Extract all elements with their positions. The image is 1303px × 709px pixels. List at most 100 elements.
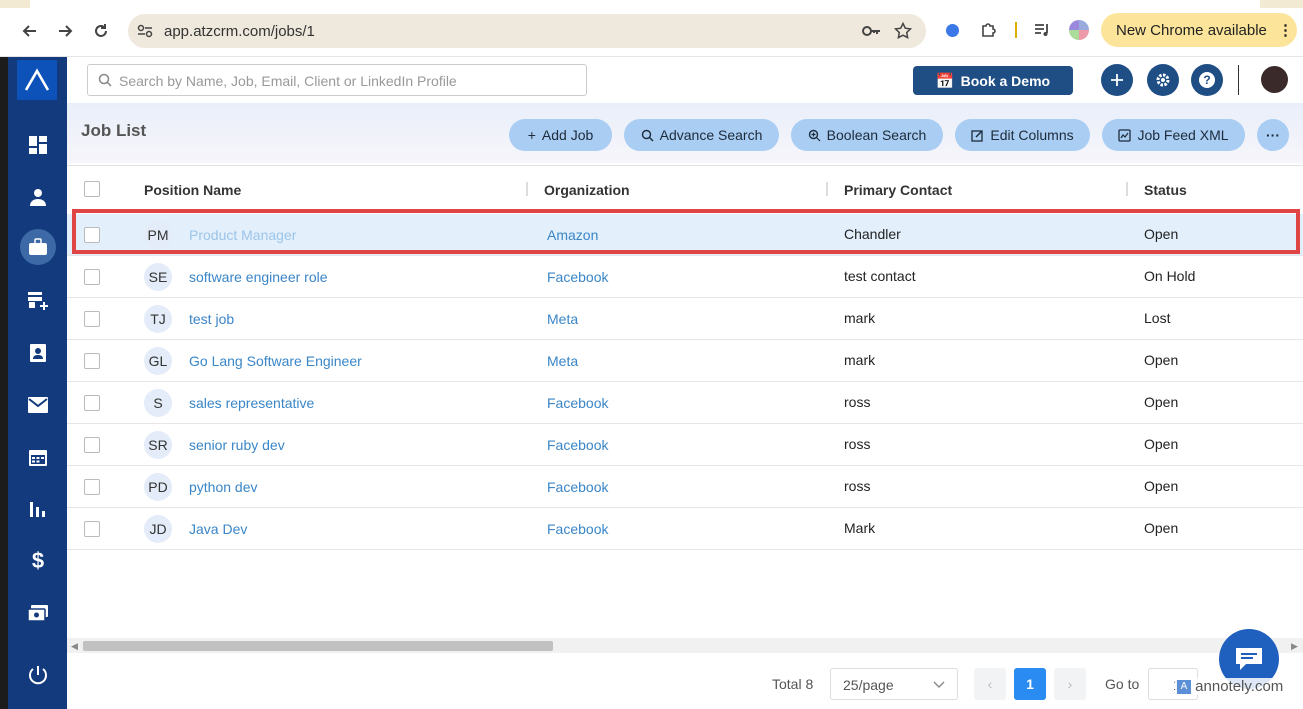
email-icon[interactable]	[20, 387, 56, 423]
atz-logo-icon[interactable]	[17, 60, 57, 100]
column-resize-handle[interactable]	[526, 182, 528, 196]
back-icon[interactable]	[19, 20, 41, 42]
quick-add-button[interactable]	[1101, 64, 1133, 96]
row-checkbox[interactable]	[84, 311, 100, 327]
position-name-link[interactable]: sales representative	[189, 395, 314, 411]
scrollbar-thumb[interactable]	[83, 641, 553, 651]
sidebar: $	[8, 57, 67, 709]
add-job-label: Add Job	[541, 127, 594, 143]
primary-contact: ross	[844, 394, 871, 410]
row-checkbox[interactable]	[84, 269, 100, 285]
table-row[interactable]: SR senior ruby dev Facebook ross Open	[67, 424, 1303, 466]
row-checkbox[interactable]	[84, 521, 100, 537]
dashboard-icon[interactable]	[20, 127, 56, 163]
organization-link[interactable]: Facebook	[547, 521, 608, 537]
organization-link[interactable]: Facebook	[547, 395, 608, 411]
scroll-right-icon[interactable]: ▶	[1291, 641, 1298, 652]
jobs-briefcase-icon[interactable]	[20, 229, 56, 265]
boolean-search-button[interactable]: Boolean Search	[791, 119, 943, 151]
table-row[interactable]: Ssales representative Facebook ross Open	[67, 382, 1303, 424]
row-checkbox[interactable]	[84, 437, 100, 453]
site-settings-icon[interactable]	[137, 24, 153, 43]
prev-page-button[interactable]: ‹	[974, 668, 1006, 700]
active-tab[interactable]	[30, 0, 1260, 8]
position-name-link[interactable]: Java Dev	[189, 521, 247, 537]
table-row[interactable]: SE software engineer role Facebook test con…	[67, 256, 1303, 298]
row-checkbox[interactable]	[84, 227, 100, 243]
column-header-position[interactable]: Position Name	[144, 182, 241, 198]
next-page-button[interactable]: ›	[1054, 668, 1086, 700]
book-demo-button[interactable]: 📅 Book a Demo	[913, 66, 1073, 95]
status-text: On Hold	[1144, 268, 1196, 284]
column-resize-handle[interactable]	[826, 182, 828, 196]
table-row[interactable]: PD python dev Facebook ross Open	[67, 466, 1303, 508]
extension-dot-icon[interactable]	[946, 24, 959, 37]
page-size-select[interactable]: 25/page	[830, 668, 958, 700]
candidates-icon[interactable]	[20, 179, 56, 215]
profile-icon[interactable]	[1069, 20, 1089, 40]
browser-toolbar: app.atzcrm.com/jobs/1 New Chrome availab…	[0, 0, 1303, 57]
select-all-checkbox[interactable]	[84, 181, 100, 197]
horizontal-scrollbar[interactable]: ◀ ▶	[67, 638, 1303, 653]
chevron-down-icon	[933, 681, 945, 688]
global-search-input[interactable]: Search by Name, Job, Email, Client or Li…	[87, 64, 587, 96]
advance-search-button[interactable]: Advance Search	[624, 119, 779, 151]
row-checkbox[interactable]	[84, 479, 100, 495]
help-icon[interactable]: ?	[1191, 64, 1223, 96]
power-icon[interactable]	[20, 657, 56, 693]
organization-link[interactable]: Facebook	[547, 479, 608, 495]
key-icon[interactable]	[861, 23, 881, 44]
more-options-icon[interactable]: ···	[1257, 119, 1289, 151]
add-company-icon[interactable]	[20, 283, 56, 319]
position-name-link[interactable]: senior ruby dev	[189, 437, 285, 453]
forward-icon[interactable]	[54, 20, 76, 42]
search-icon	[641, 129, 654, 141]
status-text: Open	[1144, 226, 1179, 242]
position-name-link[interactable]: software engineer role	[189, 269, 328, 285]
kebab-menu-icon[interactable]: ⋮	[1278, 21, 1293, 39]
contacts-icon[interactable]	[20, 335, 56, 371]
new-chrome-button[interactable]: New Chrome available ⋮	[1101, 13, 1297, 47]
column-resize-handle[interactable]	[1126, 182, 1128, 196]
dollar-icon[interactable]: $	[20, 543, 56, 579]
billing-icon[interactable]	[20, 595, 56, 631]
position-name-link[interactable]: Product Manager	[189, 227, 296, 243]
desktop-edge	[0, 57, 8, 709]
chat-bubble-icon	[1236, 648, 1262, 670]
edit-columns-button[interactable]: Edit Columns	[955, 119, 1090, 151]
table-row[interactable]: PM Product Manager Amazon Chandler Open	[67, 214, 1303, 256]
edit-icon	[971, 129, 984, 142]
scroll-left-icon[interactable]: ◀	[71, 641, 78, 652]
status-text: Open	[1144, 394, 1179, 410]
column-header-organization[interactable]: Organization	[544, 182, 630, 198]
position-name-link[interactable]: test job	[189, 311, 234, 327]
settings-gear-icon[interactable]	[1147, 64, 1179, 96]
reports-icon[interactable]	[20, 491, 56, 527]
table-row[interactable]: JD Java Dev Facebook Mark Open	[67, 508, 1303, 550]
toolbar-divider	[1015, 22, 1017, 38]
table-row[interactable]: GL Go Lang Software Engineer Meta mark Open	[67, 340, 1303, 382]
address-bar[interactable]: app.atzcrm.com/jobs/1	[128, 14, 926, 48]
media-control-icon[interactable]	[1033, 21, 1051, 44]
page-number-button[interactable]: 1	[1014, 668, 1046, 700]
column-header-primary-contact[interactable]: Primary Contact	[844, 182, 952, 198]
position-name-link[interactable]: python dev	[189, 479, 258, 495]
organization-link[interactable]: Meta	[547, 311, 578, 327]
row-checkbox[interactable]	[84, 353, 100, 369]
position-name-link[interactable]: Go Lang Software Engineer	[189, 353, 362, 369]
table-row[interactable]: TJ test job Meta mark Lost	[67, 298, 1303, 340]
job-feed-xml-button[interactable]: Job Feed XML	[1102, 119, 1245, 151]
row-checkbox[interactable]	[84, 395, 100, 411]
reload-icon[interactable]	[90, 20, 112, 42]
user-avatar[interactable]	[1261, 66, 1288, 93]
column-header-status[interactable]: Status	[1144, 182, 1187, 198]
add-job-button[interactable]: + Add Job	[509, 119, 612, 151]
url-text[interactable]: app.atzcrm.com/jobs/1	[164, 23, 315, 40]
extensions-puzzle-icon[interactable]	[980, 21, 998, 44]
organization-link[interactable]: Facebook	[547, 269, 608, 285]
bookmark-star-icon[interactable]	[893, 21, 913, 45]
organization-link[interactable]: Amazon	[547, 227, 598, 243]
calendar-icon[interactable]	[20, 439, 56, 475]
organization-link[interactable]: Facebook	[547, 437, 608, 453]
organization-link[interactable]: Meta	[547, 353, 578, 369]
